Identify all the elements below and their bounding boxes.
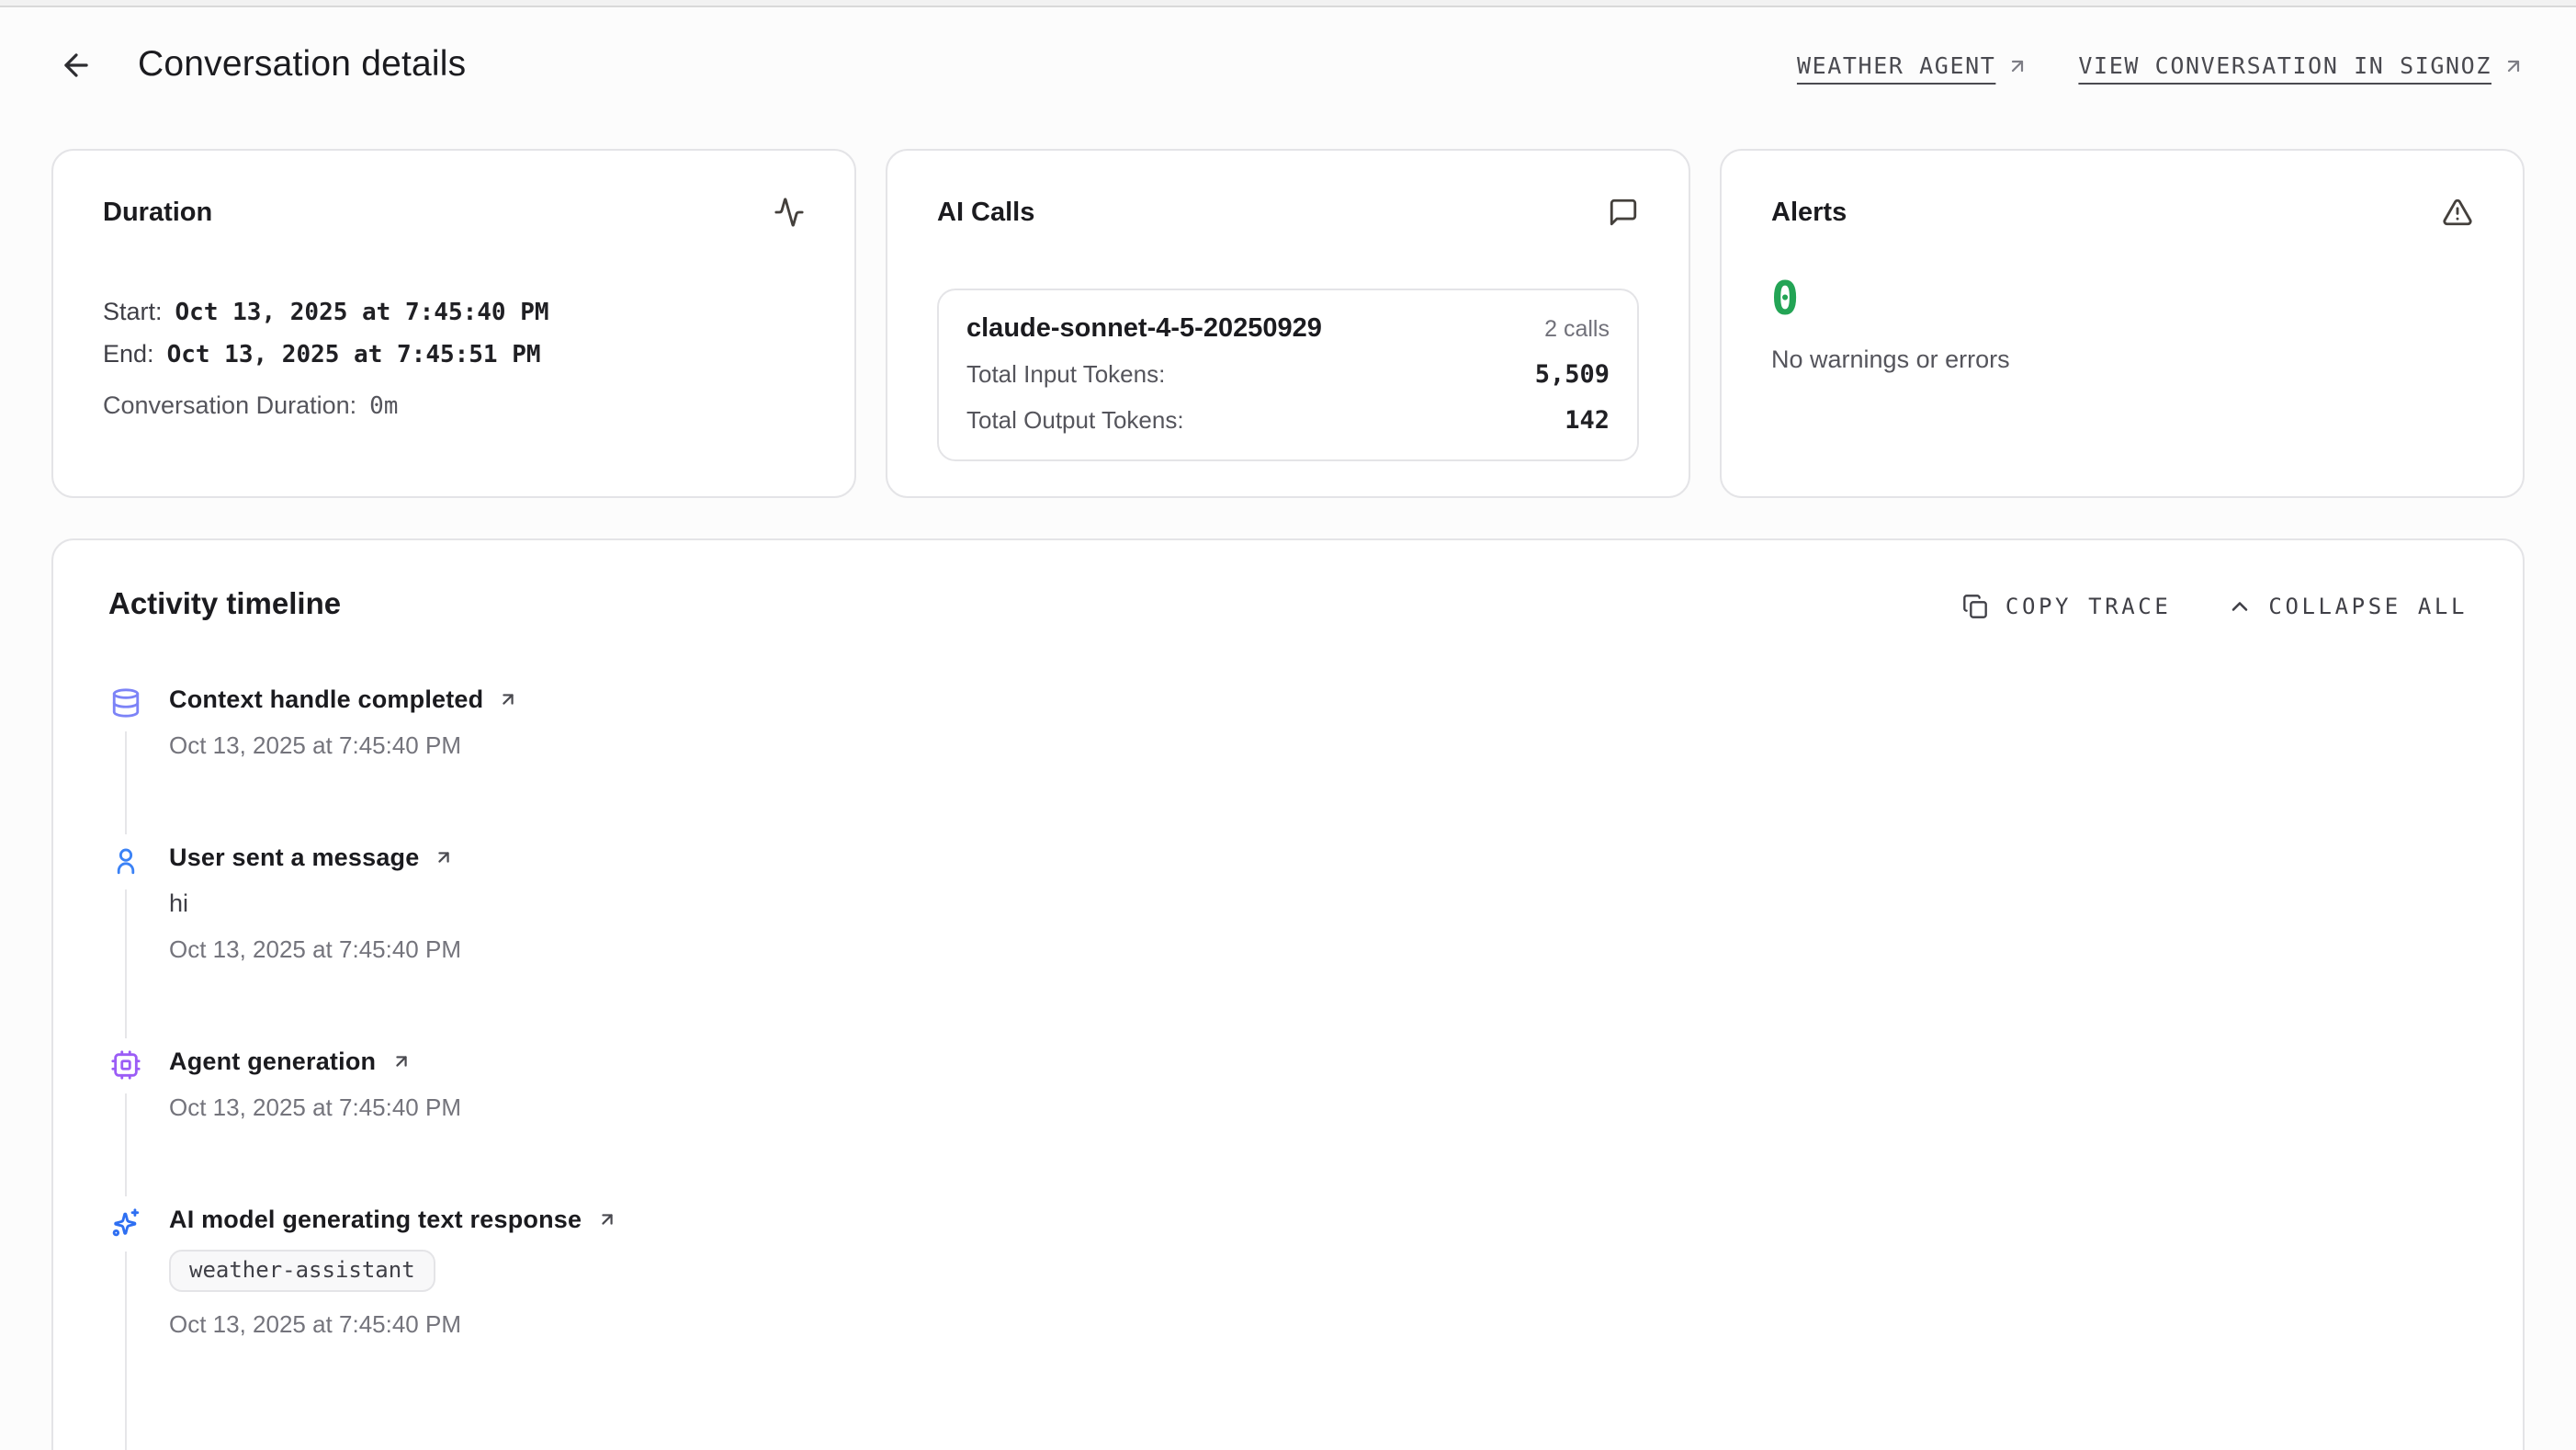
timeline-list: Context handle completed Oct 13, 2025 at… <box>108 685 2468 1450</box>
model-call-count: 2 calls <box>1544 316 1610 342</box>
start-value: Oct 13, 2025 at 7:45:40 PM <box>175 294 549 334</box>
output-tokens-row: Total Output Tokens: 142 <box>966 406 1610 436</box>
timeline-item-ai-text-response: AI model generating text response weathe… <box>108 1206 2468 1450</box>
output-tokens-label: Total Output Tokens: <box>966 406 1184 434</box>
message-square-icon <box>1608 197 1639 228</box>
top-divider <box>0 0 2576 7</box>
timeline-item-agent-generation: Agent generation Oct 13, 2025 at 7:45:40… <box>108 1048 2468 1206</box>
timeline-item-timestamp: Oct 13, 2025 at 7:45:40 PM <box>169 1310 616 1338</box>
alert-count: 0 <box>1771 276 2473 322</box>
model-name: claude-sonnet-4-5-20250929 <box>966 314 1322 344</box>
start-label: Start: <box>103 292 163 333</box>
arrow-up-right-icon <box>2006 54 2028 76</box>
weather-agent-link[interactable]: WEATHER AGENT <box>1797 51 2028 79</box>
cpu-icon <box>108 1048 141 1081</box>
activity-timeline-title: Activity timeline <box>108 588 341 623</box>
alerts-card: Alerts 0 No warnings or errors <box>1720 149 2525 498</box>
timeline-item-timestamp: Oct 13, 2025 at 7:45:40 PM <box>169 935 461 963</box>
summary-cards-row: Duration Start: Oct 13, 2025 at 7:45:40 … <box>51 149 2525 498</box>
arrow-up-right-icon <box>596 1209 616 1229</box>
view-conversation-signoz-link[interactable]: VIEW CONVERSATION IN SIGNOZ <box>2078 51 2525 79</box>
conversation-duration-label: Conversation Duration: <box>103 386 356 426</box>
timeline-item-timestamp: Oct 13, 2025 at 7:45:40 PM <box>169 1093 461 1121</box>
end-label: End: <box>103 334 154 375</box>
input-tokens-row: Total Input Tokens: 5,509 <box>966 360 1610 390</box>
model-usage-box: claude-sonnet-4-5-20250929 2 calls Total… <box>937 289 1639 461</box>
ai-calls-card: AI Calls claude-sonnet-4-5-20250929 2 ca… <box>886 149 1690 498</box>
timeline-item-user-message: User sent a message hi Oct 13, 2025 at 7… <box>108 844 2468 1048</box>
page-title: Conversation details <box>138 44 466 86</box>
header-links: WEATHER AGENT VIEW CONVERSATION IN SIGNO… <box>1797 51 2525 79</box>
alert-triangle-icon <box>2442 197 2473 228</box>
alerts-card-title: Alerts <box>1771 198 1847 227</box>
conversation-details-page: Conversation details WEATHER AGENT VIEW … <box>0 0 2576 1450</box>
input-tokens-value: 5,509 <box>1535 360 1610 390</box>
sparkles-icon <box>108 1206 141 1239</box>
copy-icon <box>1963 593 1989 618</box>
arrow-up-right-icon <box>390 1051 411 1071</box>
timeline-item-link[interactable]: Agent generation <box>169 1048 461 1075</box>
chevron-up-icon <box>2226 593 2252 618</box>
alert-message: No warnings or errors <box>1771 346 2473 373</box>
timeline-item-context-handle: Context handle completed Oct 13, 2025 at… <box>108 685 2468 844</box>
end-time-row: End: Oct 13, 2025 at 7:45:51 PM <box>103 334 805 377</box>
copy-trace-button[interactable]: COPY TRACE <box>1963 593 2172 618</box>
conversation-duration-value: 0m <box>369 388 398 428</box>
activity-timeline-card: Activity timeline COPY TRACE COLLAPSE AL… <box>51 538 2525 1450</box>
timeline-item-timestamp: Oct 13, 2025 at 7:45:40 PM <box>169 731 518 759</box>
timeline-item-link[interactable]: Context handle completed <box>169 685 518 713</box>
conversation-duration-row: Conversation Duration: 0m <box>103 386 805 428</box>
user-icon <box>108 844 141 877</box>
arrow-up-right-icon <box>498 689 518 709</box>
page-header: Conversation details WEATHER AGENT VIEW … <box>0 7 2576 86</box>
timeline-item-link[interactable]: User sent a message <box>169 844 461 871</box>
arrow-left-icon <box>58 48 93 83</box>
agent-name-badge: weather-assistant <box>169 1250 435 1292</box>
activity-icon <box>774 197 805 228</box>
duration-card-title: Duration <box>103 198 212 227</box>
ai-calls-card-title: AI Calls <box>937 198 1034 227</box>
input-tokens-label: Total Input Tokens: <box>966 360 1165 388</box>
end-value: Oct 13, 2025 at 7:45:51 PM <box>167 336 541 377</box>
back-button[interactable] <box>55 45 96 85</box>
start-time-row: Start: Oct 13, 2025 at 7:45:40 PM <box>103 292 805 334</box>
arrow-up-right-icon <box>434 847 454 867</box>
arrow-up-right-icon <box>2503 54 2525 76</box>
duration-card: Duration Start: Oct 13, 2025 at 7:45:40 … <box>51 149 856 498</box>
output-tokens-value: 142 <box>1565 406 1610 436</box>
database-icon <box>108 685 141 719</box>
timeline-item-message-body: hi <box>169 889 461 917</box>
collapse-all-button[interactable]: COLLAPSE ALL <box>2226 593 2468 618</box>
timeline-item-link[interactable]: AI model generating text response <box>169 1206 616 1233</box>
